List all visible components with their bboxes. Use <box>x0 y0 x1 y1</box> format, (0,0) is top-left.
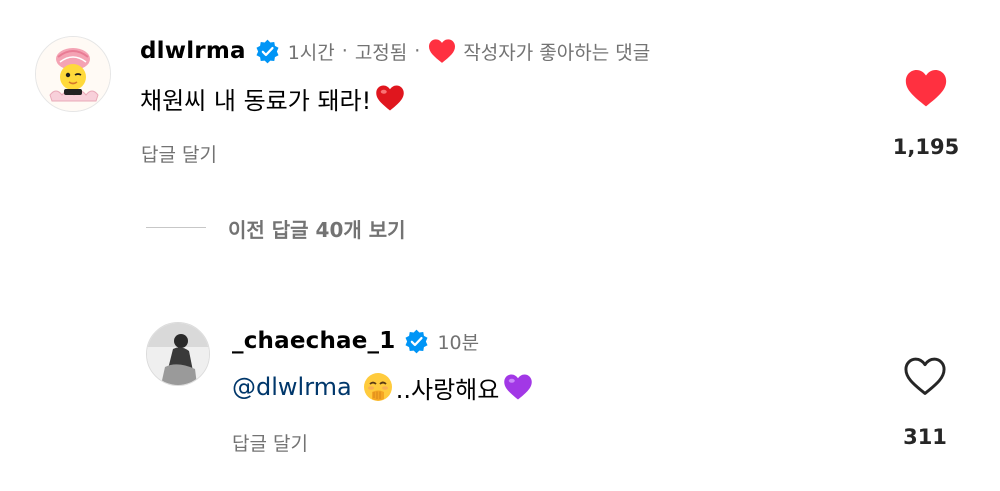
comment-text: @dlwlrma ..사랑해요 <box>232 367 533 407</box>
comment-text: 채원씨 내 동료가 돼라! <box>140 79 405 117</box>
reply-button[interactable]: 답글 달기 <box>141 140 217 167</box>
character-avatar-illustration <box>36 37 110 111</box>
user-photo-avatar <box>147 323 209 385</box>
comment-body: ..사랑해요 <box>395 375 500 404</box>
separator-dot: · <box>341 40 348 62</box>
avatar[interactable] <box>146 322 210 386</box>
comment-header: _chaechae_1 10분 <box>232 326 479 356</box>
purple-heart-emoji-icon <box>503 372 533 402</box>
mention-link[interactable]: @dlwlrma <box>232 373 352 401</box>
divider-line <box>146 227 206 228</box>
like-count: 1,195 <box>892 135 960 159</box>
like-count: 311 <box>903 425 947 449</box>
liked-by-author-label: 작성자가 좋아하는 댓글 <box>463 41 651 64</box>
username[interactable]: dlwlrma <box>140 38 246 64</box>
verified-badge-icon <box>255 39 280 64</box>
comment-body: 채원씨 내 동료가 돼라! <box>140 86 372 115</box>
heart-icon <box>427 38 457 64</box>
red-heart-emoji-icon <box>375 83 405 113</box>
timestamp: 10분 <box>437 331 480 354</box>
comment-header: dlwlrma 1시간 · 고정됨 · 작성자가 좋아하는 댓글 <box>140 36 650 66</box>
like-button[interactable] <box>904 67 948 109</box>
like-button[interactable] <box>903 355 947 397</box>
face-with-hand-over-mouth-emoji-icon <box>362 371 394 403</box>
heart-outline-icon <box>904 357 946 395</box>
separator-dot: · <box>414 40 421 62</box>
pinned-label: 고정됨 <box>354 41 408 64</box>
reply-button[interactable]: 답글 달기 <box>232 429 308 456</box>
heart-filled-icon <box>905 70 947 107</box>
verified-badge-icon <box>404 329 429 354</box>
timestamp: 1시간 <box>287 41 335 64</box>
view-previous-replies-button[interactable]: 이전 답글 40개 보기 <box>228 214 406 243</box>
avatar[interactable] <box>35 36 111 112</box>
username[interactable]: _chaechae_1 <box>232 328 395 354</box>
